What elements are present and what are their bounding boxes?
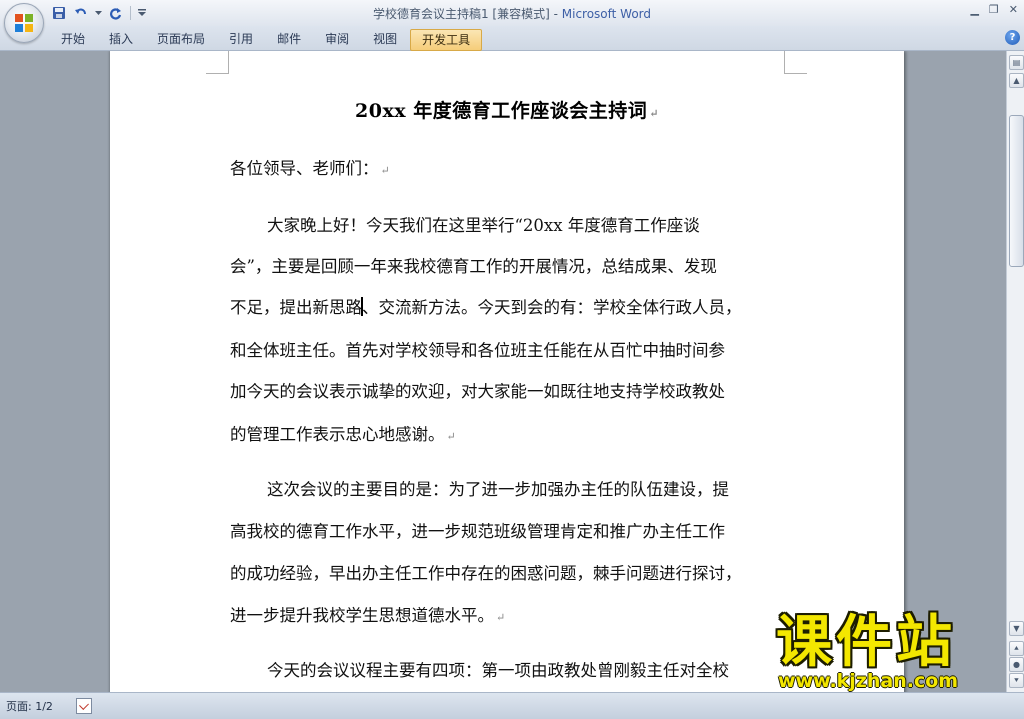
document-workspace: 20xx 年度德育工作座谈会主持词 ↵ 各位领导、老师们： ↵ 大家晚上好！今天我们… — [0, 51, 1006, 692]
window-controls: ▁ ❐ ✕ — [970, 3, 1018, 16]
margin-corner-left — [206, 51, 229, 74]
heading-text: 20xx 年度德育工作座谈会主持词 — [355, 100, 648, 122]
previous-page-icon[interactable]: ⯅ — [1009, 641, 1024, 656]
greeting-line: 各位领导、老师们： ↵ — [230, 155, 786, 179]
paragraph-mark: ↵ — [380, 164, 390, 177]
status-bar: 页面: 1/2 — [0, 692, 1024, 719]
tab-page-layout[interactable]: 页面布局 — [146, 29, 216, 49]
site-watermark: 课件站 www.kjzhan.com — [776, 610, 1004, 693]
proofing-icon[interactable] — [76, 698, 92, 714]
restore-icon[interactable]: ❐ — [989, 3, 999, 16]
ribbon-tabs: 开始 插入 页面布局 引用 邮件 审阅 视图 开发工具 — [50, 29, 484, 51]
close-icon[interactable]: ✕ — [1009, 3, 1018, 16]
document-name: 学校德育会议主持稿1 [兼容模式] — [372, 7, 550, 21]
text-line: 高我校的德育工作水平，进一步规范班级管理肯定和推广办主任工作 — [230, 522, 725, 541]
paragraph-mark: ↵ — [649, 107, 659, 120]
text-line: 进一步提升我校学生思想道德水平。 ↵ — [230, 602, 786, 626]
text-segment: 进一步提升我校学生思想道德水平。 — [230, 606, 494, 625]
document-page[interactable]: 20xx 年度德育工作座谈会主持词 ↵ 各位领导、老师们： ↵ 大家晚上好！今天我们… — [110, 51, 904, 692]
text-line: 这次会议的主要目的是：为了进一步加强办主任的队伍建设，提 — [267, 480, 729, 499]
tab-developer[interactable]: 开发工具 — [410, 29, 483, 51]
text-segment: 的管理工作表示忠心地感谢。 — [230, 425, 445, 444]
text-line: 和全体班主任。首先对学校领导和各位班主任能在从百忙中抽时间参 — [230, 341, 725, 360]
office-logo-icon — [15, 14, 33, 32]
text-line: 大家晚上好！今天我们在这里举行“20xx 年度德育工作座谈 — [267, 216, 700, 235]
next-page-icon[interactable]: ⯆ — [1009, 673, 1024, 688]
tab-review[interactable]: 审阅 — [314, 29, 360, 49]
tab-mailings[interactable]: 邮件 — [266, 29, 312, 49]
paragraph-mark: ↵ — [446, 430, 456, 443]
help-icon[interactable]: ? — [1005, 30, 1020, 45]
browse-object-icon[interactable]: ● — [1009, 657, 1024, 672]
title-separator: - — [549, 7, 562, 21]
tab-home[interactable]: 开始 — [50, 29, 96, 49]
watermark-url: www.kjzhan.com — [778, 670, 959, 692]
margin-corner-right — [784, 51, 807, 74]
text-line: 会”，主要是回顾一年来我校德育工作的开展情况，总结成果、发现 — [230, 257, 717, 276]
page-count[interactable]: 页面: 1/2 — [6, 698, 53, 714]
office-button[interactable] — [4, 3, 44, 43]
title-bar: 学校德育会议主持稿1 [兼容模式] - Microsoft Word ▁ ❐ ✕ — [0, 0, 1024, 43]
text-line: 今天的会议议程主要有四项：第一项由政教处曾刚毅主任对全校 — [267, 661, 729, 680]
app-name: Microsoft Word — [561, 7, 652, 21]
text-line: 的管理工作表示忠心地感谢。 ↵ — [230, 421, 786, 445]
scrollbar-thumb[interactable] — [1009, 115, 1024, 267]
greeting-text: 各位领导、老师们： — [230, 159, 379, 178]
vertical-scrollbar[interactable]: ▤ ▲ ▼ ⯅ ● ⯆ — [1006, 51, 1024, 692]
minimize-icon[interactable]: ▁ — [970, 3, 978, 16]
document-heading: 20xx 年度德育工作座谈会主持词 ↵ — [110, 96, 904, 123]
text-line: 不足，提出新思路、交流新方法。今天到会的有：学校全体行政人员， — [230, 294, 786, 318]
scroll-down-icon[interactable]: ▼ — [1009, 621, 1024, 636]
watermark-title: 课件站 — [776, 610, 956, 675]
paragraph-mark: ↵ — [496, 611, 506, 624]
tab-references[interactable]: 引用 — [218, 29, 264, 49]
text-segment: 、交流新方法。今天到会的有：学校全体行政人员， — [362, 298, 742, 317]
scroll-up-icon[interactable]: ▲ — [1009, 73, 1024, 88]
tab-view[interactable]: 视图 — [362, 29, 408, 49]
window-title: 学校德育会议主持稿1 [兼容模式] - Microsoft Word — [0, 5, 1024, 22]
tab-insert[interactable]: 插入 — [98, 29, 144, 49]
ribbon-tab-bar: 开始 插入 页面布局 引用 邮件 审阅 视图 开发工具 ? — [0, 26, 1024, 51]
text-line: 加今天的会议表示诚挚的欢迎，对大家能一如既往地支持学校政教处 — [230, 382, 725, 401]
ruler-toggle-icon[interactable]: ▤ — [1009, 55, 1024, 70]
text-segment: 不足，提出新思路 — [230, 298, 362, 317]
text-line: 的成功经验，早出办主任工作中存在的困惑问题，棘手问题进行探讨， — [230, 564, 742, 583]
